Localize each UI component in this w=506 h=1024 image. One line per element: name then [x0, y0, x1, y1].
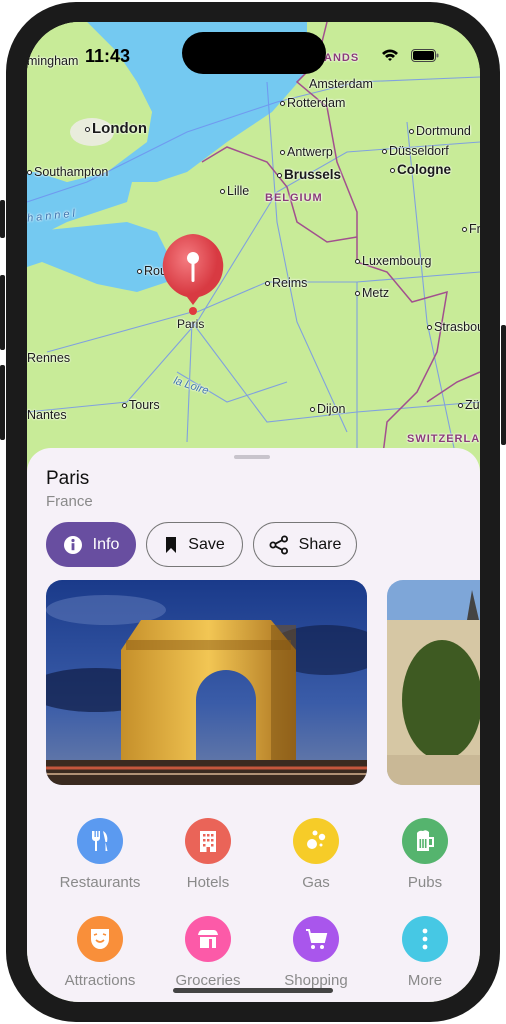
map-label-rotterdam[interactable]: Rotterdam	[280, 96, 345, 110]
map-view[interactable]: mingham London Southampton hannel ERLAND…	[27, 22, 480, 462]
map-label-paris[interactable]: Paris	[177, 317, 204, 331]
hotel-icon	[200, 831, 216, 852]
category-label: Attractions	[64, 972, 136, 989]
map-label-tours[interactable]: Tours	[122, 398, 160, 412]
power-button	[501, 325, 506, 445]
category-hotels[interactable]: Hotels	[153, 818, 263, 891]
dynamic-island	[182, 32, 326, 74]
map-label-lille[interactable]: Lille	[220, 184, 249, 198]
category-restaurants[interactable]: Restaurants	[45, 818, 155, 891]
place-subtitle: France	[46, 493, 93, 510]
volume-down-button	[0, 365, 5, 440]
home-indicator[interactable]	[173, 988, 333, 993]
map-label-reims[interactable]: Reims	[265, 276, 307, 290]
share-icon	[269, 535, 288, 554]
category-shopping[interactable]: Shopping	[261, 916, 371, 989]
map-label-frankfurt[interactable]: Fr	[462, 222, 480, 236]
map-label-birmingham: mingham	[27, 54, 79, 68]
map-label-cologne[interactable]: Cologne	[390, 162, 451, 177]
map-label-metz[interactable]: Metz	[355, 286, 389, 300]
map-label-dortmund[interactable]: Dortmund	[409, 124, 471, 138]
map-label-zurich[interactable]: Zü	[458, 398, 480, 412]
photo-arc-de-triomphe[interactable]	[46, 580, 367, 785]
category-label: Hotels	[186, 874, 230, 891]
store-icon	[198, 930, 218, 948]
category-label: Pubs	[407, 874, 443, 891]
map-label-dusseldorf[interactable]: Düsseldorf	[382, 144, 449, 158]
place-sheet: Paris France Info Save Share Restaurants…	[27, 448, 480, 1002]
mask-icon	[91, 929, 109, 949]
category-attractions[interactable]: Attractions	[45, 916, 155, 989]
category-groceries[interactable]: Groceries	[153, 916, 263, 989]
save-button[interactable]: Save	[146, 522, 243, 567]
info-icon	[63, 535, 82, 554]
map-label-amsterdam[interactable]: Amsterdam	[309, 77, 373, 91]
category-label: Restaurants	[59, 874, 141, 891]
category-gas[interactable]: Gas	[261, 818, 371, 891]
map-pin-icon[interactable]	[159, 232, 227, 318]
battery-icon	[411, 49, 439, 62]
map-label-luxembourg[interactable]: Luxembourg	[355, 254, 432, 268]
louvre-image	[387, 580, 480, 785]
info-button[interactable]: Info	[46, 522, 136, 567]
map-label-belgium: BELGIUM	[265, 192, 323, 204]
category-label: Shopping	[284, 972, 348, 989]
category-more[interactable]: More	[370, 916, 480, 989]
map-terrain	[27, 22, 480, 462]
map-label-rennes[interactable]: Rennes	[27, 351, 70, 365]
fork-knife-icon	[92, 831, 108, 851]
map-label-southampton[interactable]: Southampton	[27, 165, 108, 179]
save-button-label: Save	[188, 535, 225, 553]
share-button-label: Share	[298, 535, 342, 553]
more-icon	[422, 928, 428, 950]
map-label-nantes[interactable]: Nantes	[27, 408, 67, 422]
category-pubs[interactable]: Pubs	[370, 818, 480, 891]
share-button[interactable]: Share	[253, 522, 357, 567]
cart-icon	[306, 929, 328, 949]
map-label-dijon[interactable]: Dijon	[310, 402, 346, 416]
category-label: Gas	[302, 874, 330, 891]
action-button	[0, 200, 5, 238]
status-time: 11:43	[85, 46, 131, 66]
info-button-label: Info	[92, 535, 120, 553]
wifi-icon	[382, 49, 398, 61]
map-label-antwerp[interactable]: Antwerp	[280, 145, 333, 159]
screen: mingham London Southampton hannel ERLAND…	[27, 22, 480, 1002]
volume-up-button	[0, 275, 5, 350]
category-label: Groceries	[175, 972, 241, 989]
place-title: Paris	[46, 468, 90, 489]
bookmark-icon	[166, 536, 177, 553]
map-label-london[interactable]: London	[85, 120, 147, 137]
map-label-strasbourg[interactable]: Strasbou	[427, 320, 480, 334]
beer-icon	[417, 830, 434, 851]
map-label-brussels[interactable]: Brussels	[277, 167, 341, 182]
sheet-drag-handle[interactable]	[234, 455, 270, 459]
photo-louvre[interactable]	[387, 580, 480, 785]
category-label: More	[407, 972, 443, 989]
map-label-switzerland: SWITZERLA	[407, 433, 480, 445]
arc-de-triomphe-image	[46, 580, 367, 785]
gas-icon	[307, 830, 326, 849]
